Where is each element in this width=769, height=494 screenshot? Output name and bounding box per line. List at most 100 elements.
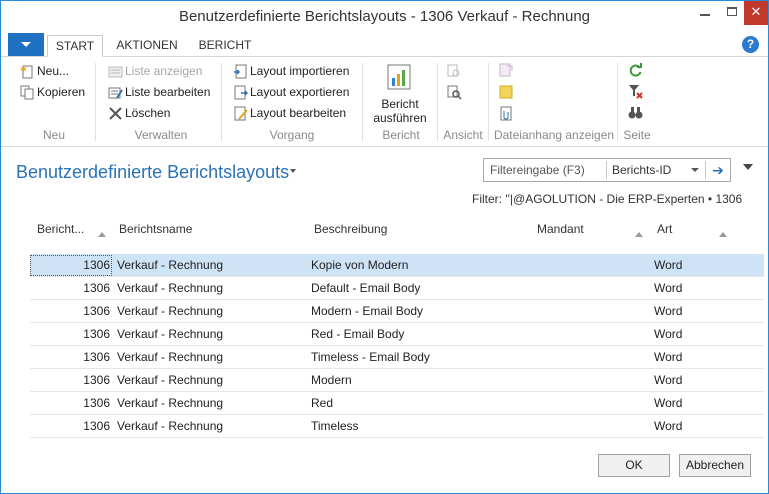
group-divider xyxy=(437,63,438,141)
table-row[interactable]: 1306 Verkauf - Rechnung Timeless Word xyxy=(30,415,764,438)
cell-description: Default - Email Body xyxy=(311,281,421,295)
sort-asc-icon xyxy=(719,232,727,237)
tab-start[interactable]: START xyxy=(47,35,103,57)
group-label-vorgang: Vorgang xyxy=(269,128,315,142)
refresh-icon[interactable] xyxy=(628,63,643,78)
table-header: Bericht... Berichtsname Beschreibung Man… xyxy=(30,215,764,251)
chevron-down-icon xyxy=(21,42,31,47)
chevron-down-icon[interactable] xyxy=(691,168,699,172)
group-label-bericht: Bericht xyxy=(382,128,420,142)
view-zoom-icon-disabled[interactable] xyxy=(447,64,462,79)
minimize-button[interactable] xyxy=(691,1,719,25)
run-report-label-line1: Bericht xyxy=(381,97,419,111)
run-report-label-line2: ausführen xyxy=(373,111,427,125)
cell-report-id: 1306 xyxy=(83,281,110,295)
cell-description: Timeless xyxy=(311,419,359,433)
group-divider xyxy=(488,63,489,141)
attachment-icon[interactable] xyxy=(498,106,514,122)
cell-report-name: Verkauf - Rechnung xyxy=(117,350,224,364)
cell-description: Red - Email Body xyxy=(311,327,405,341)
run-report-button[interactable]: Bericht ausführen xyxy=(371,62,429,126)
column-header-report-name[interactable]: Berichtsname xyxy=(119,222,192,236)
sort-asc-icon xyxy=(635,232,643,237)
page-title[interactable]: Benutzerdefinierte Berichtslayouts xyxy=(16,162,289,183)
cell-type: Word xyxy=(654,327,683,341)
group-label-dateianhang: Dateianhang anzeigen xyxy=(493,128,615,142)
table-row[interactable]: 1306 Verkauf - Rechnung Timeless - Email… xyxy=(30,346,764,369)
group-label-seite: Seite xyxy=(623,128,651,142)
group-label-verwalten: Verwalten xyxy=(134,128,188,142)
cell-description: Timeless - Email Body xyxy=(311,350,430,364)
cell-type: Word xyxy=(654,304,683,318)
filter-field-select[interactable]: Berichts-ID xyxy=(612,163,671,177)
maximize-icon xyxy=(727,7,737,16)
cell-report-name: Verkauf - Rechnung xyxy=(117,373,224,387)
import-document-icon xyxy=(234,64,247,79)
column-header-report-id[interactable]: Bericht... xyxy=(37,222,84,236)
cell-report-name: Verkauf - Rechnung xyxy=(117,304,224,318)
tab-aktionen[interactable]: AKTIONEN xyxy=(109,35,185,57)
cell-report-name: Verkauf - Rechnung xyxy=(117,419,224,433)
ribbon: ✱ Neu... Kopieren Neu Liste anzeigen Lis… xyxy=(1,57,768,147)
notes-icon[interactable] xyxy=(498,84,514,100)
tab-bericht[interactable]: BERICHT xyxy=(193,35,257,57)
application-menu-button[interactable] xyxy=(8,33,44,56)
group-label-ansicht: Ansicht xyxy=(443,128,483,142)
cell-report-id: 1306 xyxy=(83,258,110,272)
cell-report-name: Verkauf - Rechnung xyxy=(117,281,224,295)
links-icon-disabled[interactable] xyxy=(498,62,514,78)
active-filter-text: Filter: ''|@AGOLUTION - Die ERP-Experten… xyxy=(472,192,743,206)
cell-report-id: 1306 xyxy=(83,350,110,364)
column-header-description[interactable]: Beschreibung xyxy=(314,222,387,236)
report-chart-icon xyxy=(387,64,411,90)
cell-report-id: 1306 xyxy=(83,419,110,433)
find-binoculars-icon[interactable] xyxy=(628,105,643,120)
group-divider xyxy=(221,63,222,141)
close-button[interactable]: ✕ xyxy=(744,1,768,25)
column-header-type[interactable]: Art xyxy=(657,222,672,236)
column-header-company[interactable]: Mandant xyxy=(537,222,584,236)
cell-type: Word xyxy=(654,396,683,410)
filter-divider xyxy=(705,161,706,179)
title-bar: Benutzerdefinierte Berichtslayouts - 130… xyxy=(1,1,768,32)
filter-divider xyxy=(606,161,607,179)
table-row[interactable]: 1306 Verkauf - Rechnung Modern Word xyxy=(30,369,764,392)
window-title: Benutzerdefinierte Berichtslayouts - 130… xyxy=(178,8,591,25)
chevron-down-icon[interactable] xyxy=(290,169,296,173)
edit-document-icon xyxy=(234,106,248,121)
filter-input[interactable]: Filtereingabe (F3) xyxy=(490,163,585,177)
maximize-button[interactable] xyxy=(719,1,745,25)
minimize-icon xyxy=(700,14,710,16)
edit-list-icon xyxy=(108,87,123,99)
group-divider xyxy=(95,63,96,141)
table-row[interactable]: 1306 Verkauf - Rechnung Red - Email Body… xyxy=(30,323,764,346)
cell-type: Word xyxy=(654,419,683,433)
cell-report-id: 1306 xyxy=(83,396,110,410)
table-row[interactable]: 1306 Verkauf - Rechnung Kopie von Modern… xyxy=(30,254,764,277)
copy-icon xyxy=(20,85,34,100)
cell-type: Word xyxy=(654,350,683,364)
cell-description: Modern - Email Body xyxy=(311,304,424,318)
collapse-chevron-icon[interactable] xyxy=(743,164,753,170)
cell-description: Red xyxy=(311,396,334,410)
ribbon-tab-row: START AKTIONEN BERICHT ? xyxy=(1,32,768,57)
new-document-icon: ✱ xyxy=(20,65,33,79)
table-row[interactable]: 1306 Verkauf - Rechnung Default - Email … xyxy=(30,277,764,300)
ok-button[interactable]: OK xyxy=(598,454,670,477)
cell-report-id: 1306 xyxy=(83,304,110,318)
group-divider xyxy=(617,63,618,141)
table-row[interactable]: 1306 Verkauf - Rechnung Modern - Email B… xyxy=(30,300,764,323)
clear-filter-icon[interactable] xyxy=(628,84,643,99)
cell-report-id: 1306 xyxy=(83,373,110,387)
table-row[interactable]: 1306 Verkauf - Rechnung Red Word xyxy=(30,392,764,415)
cell-report-name: Verkauf - Rechnung xyxy=(117,396,224,410)
cell-report-id: 1306 xyxy=(83,327,110,341)
cell-report-name: Verkauf - Rechnung xyxy=(117,327,224,341)
view-search-icon[interactable] xyxy=(447,85,462,100)
help-icon[interactable]: ? xyxy=(742,36,759,53)
cell-description: Modern xyxy=(311,373,352,387)
cancel-button[interactable]: Abbrechen xyxy=(679,454,751,477)
apply-filter-arrow-icon[interactable]: ➔ xyxy=(710,161,726,179)
cell-description: Kopie von Modern xyxy=(311,258,409,272)
cell-type: Word xyxy=(654,281,683,295)
